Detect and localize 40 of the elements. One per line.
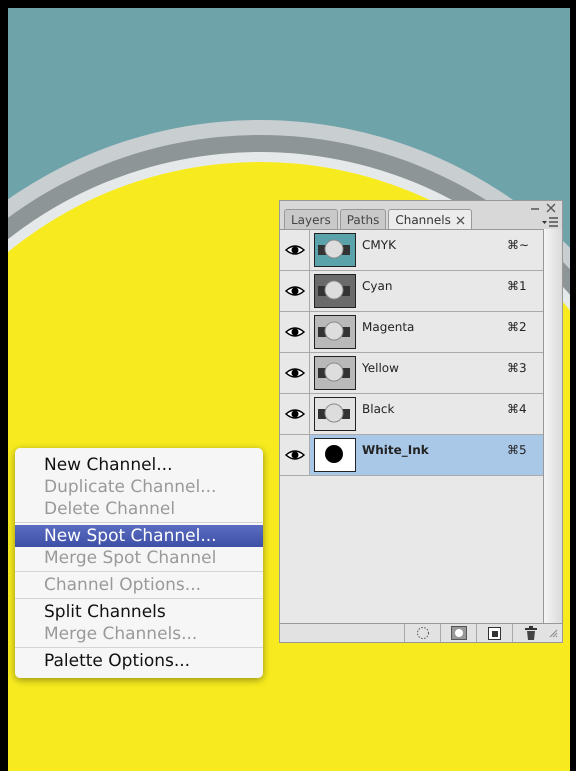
shortcut-label: ⌘2 [507,320,528,334]
eye-icon[interactable] [284,448,304,462]
channel-name: White_Ink [362,443,430,457]
panel-menu-icon[interactable] [542,217,558,227]
eye-icon[interactable] [284,284,304,298]
eye-icon[interactable] [284,366,304,380]
channel-row[interactable]: White_Ink ⌘5 [280,435,543,476]
channel-name: CMYK [362,238,397,252]
channel-name: Black [362,402,396,416]
close-icon[interactable] [546,203,556,213]
shortcut-label: ⌘~ [507,238,530,252]
channel-name: Magenta [362,320,416,334]
panel-tab[interactable]: Paths [340,209,386,229]
channel-row[interactable]: Cyan ⌘1 [280,271,543,312]
channel-name: Cyan [362,279,394,293]
shortcut-label: ⌘1 [507,279,528,293]
menu-item[interactable]: New Spot Channel... [15,525,263,547]
menu-item[interactable]: Palette Options... [15,650,263,672]
channel-row[interactable]: Magenta ⌘2 [280,312,543,353]
menu-item[interactable]: New Channel... [15,454,263,476]
close-icon[interactable] [456,216,465,224]
shortcut-label: ⌘5 [507,443,528,457]
trash-icon[interactable] [524,626,536,640]
dotted-circle-icon[interactable] [416,626,430,640]
eye-icon[interactable] [284,325,304,339]
eye-icon[interactable] [284,243,304,257]
menu-item[interactable]: Split Channels [15,601,263,623]
channel-name: Yellow [362,361,400,375]
circle-in-square-icon[interactable] [450,626,466,640]
channel-row[interactable]: Black ⌘4 [280,394,543,435]
new-page-icon[interactable] [488,626,501,640]
channel-row[interactable]: Yellow ⌘3 [280,353,543,394]
shortcut-label: ⌘3 [507,361,528,375]
resize-grip-icon[interactable] [548,628,558,638]
shortcut-label: ⌘4 [507,402,528,416]
eye-icon[interactable] [284,407,304,421]
panel-tab[interactable]: Channels [388,209,472,229]
scroll-track[interactable] [544,229,562,623]
channel-row[interactable]: CMYK ⌘~ [280,230,543,271]
panel-tab[interactable]: Layers [284,209,338,229]
